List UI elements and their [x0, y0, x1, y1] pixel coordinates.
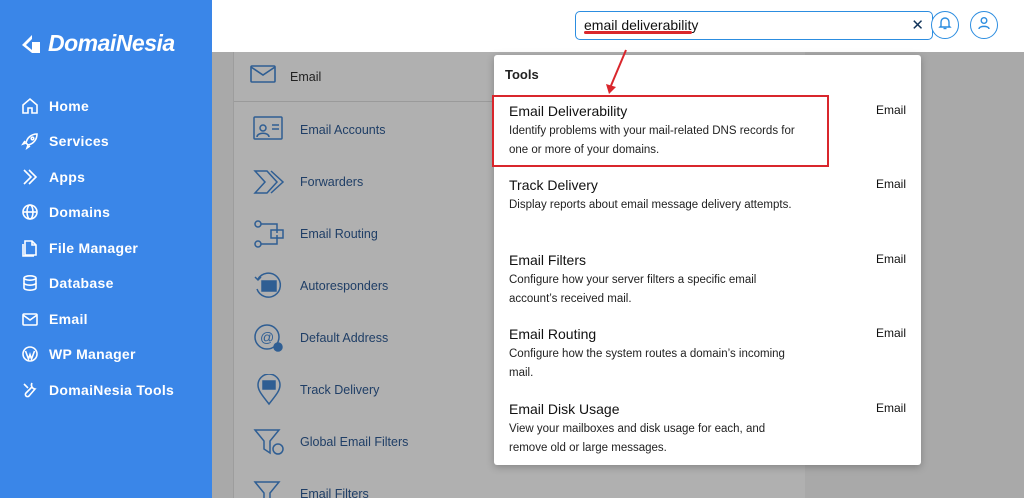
sidebar-item-label: Services	[49, 133, 110, 150]
result-email-filters[interactable]: Email Filters Configure how your server …	[494, 252, 921, 314]
result-category: Email	[875, 103, 906, 117]
result-description: Configure how the system routes a domain…	[509, 348, 785, 379]
brand-logo[interactable]: DomaiNesia	[20, 30, 175, 57]
database-icon	[20, 273, 40, 293]
result-category: Email	[875, 326, 906, 340]
brand-name: DomaiNesia	[48, 30, 175, 56]
dropdown-title: Tools	[505, 67, 539, 82]
result-description: Display reports about email message deli…	[509, 199, 792, 211]
sidebar-item-services[interactable]: Services	[0, 124, 212, 160]
global-filter-icon	[252, 425, 286, 459]
user-icon	[977, 16, 991, 35]
notifications-button[interactable]	[931, 11, 959, 39]
sidebar-item-home[interactable]: Home	[0, 88, 212, 124]
tool-label: Email Accounts	[300, 123, 386, 137]
sidebar-item-label: Apps	[49, 168, 86, 185]
rocket-icon	[20, 131, 40, 151]
sidebar-item-label: DomaiNesia Tools	[49, 381, 175, 398]
result-title: Email Filters	[509, 252, 587, 268]
tool-label: Default Address	[300, 331, 389, 345]
search-box[interactable]: ✕	[575, 11, 933, 40]
bell-icon	[938, 16, 952, 35]
forwarders-icon	[252, 165, 286, 199]
sidebar-item-wp-manager[interactable]: WP Manager	[0, 337, 212, 373]
home-icon	[20, 96, 40, 116]
tool-label: Email Routing	[300, 227, 378, 241]
result-track-delivery[interactable]: Track Delivery Display reports about ema…	[494, 177, 921, 239]
sidebar-item-label: WP Manager	[49, 346, 136, 363]
result-title: Email Routing	[509, 326, 597, 342]
svg-text:@: @	[260, 329, 274, 345]
sidebar-item-label: Home	[49, 97, 90, 114]
email-accounts-icon	[252, 113, 286, 147]
mail-icon	[250, 64, 276, 89]
close-icon[interactable]: ✕	[911, 16, 924, 34]
section-title: Email	[290, 69, 322, 84]
tools-icon	[20, 380, 40, 400]
filter-icon	[252, 477, 286, 498]
sidebar-item-label: File Manager	[49, 239, 139, 256]
tool-label: Email Filters	[300, 487, 369, 498]
tool-label: Track Delivery	[300, 383, 380, 397]
track-delivery-icon	[252, 373, 286, 407]
tool-label: Forwarders	[300, 175, 364, 189]
tool-label: Global Email Filters	[300, 435, 409, 449]
annotation-underline	[584, 31, 692, 34]
sidebar: DomaiNesia Home Services Apps Domains Fi…	[0, 0, 212, 498]
sidebar-item-label: Domains	[49, 204, 111, 221]
annotation-arrow	[606, 49, 627, 94]
result-description: View your mailboxes and disk usage for e…	[509, 423, 766, 454]
result-title: Email Disk Usage	[509, 401, 620, 417]
sidebar-item-apps[interactable]: Apps	[0, 159, 212, 195]
result-category: Email	[875, 401, 906, 415]
tool-email-filters[interactable]: Email Filters	[234, 468, 806, 498]
result-email-routing[interactable]: Email Routing Configure how the system r…	[494, 326, 921, 388]
result-description: Configure how your server filters a spec…	[509, 274, 757, 305]
result-email-disk-usage[interactable]: Email Disk Usage View your mailboxes and…	[494, 401, 921, 463]
result-category: Email	[875, 177, 906, 191]
sidebar-item-domains[interactable]: Domains	[0, 195, 212, 231]
annotation-highlight-box	[492, 95, 829, 167]
sidebar-item-domainesia-tools[interactable]: DomaiNesia Tools	[0, 372, 212, 408]
top-bar: ✕	[212, 0, 1024, 52]
mail-icon	[20, 309, 40, 329]
result-category: Email	[875, 252, 906, 266]
result-title: Track Delivery	[509, 177, 598, 193]
wordpress-icon	[20, 344, 40, 364]
user-profile-button[interactable]	[970, 11, 998, 39]
sidebar-nav: Home Services Apps Domains File Manager …	[0, 88, 212, 408]
default-address-icon: @	[252, 321, 286, 355]
globe-icon	[20, 202, 40, 222]
sidebar-item-email[interactable]: Email	[0, 301, 212, 337]
logo-icon	[22, 34, 40, 53]
routing-icon	[252, 217, 286, 251]
autoresponder-icon	[252, 269, 286, 303]
file-icon	[20, 238, 40, 258]
sidebar-item-database[interactable]: Database	[0, 266, 212, 302]
sidebar-item-label: Database	[49, 275, 114, 292]
sidebar-item-label: Email	[49, 310, 88, 327]
apps-icon	[20, 167, 40, 187]
sidebar-item-file-manager[interactable]: File Manager	[0, 230, 212, 266]
tool-label: Autoresponders	[300, 279, 389, 293]
